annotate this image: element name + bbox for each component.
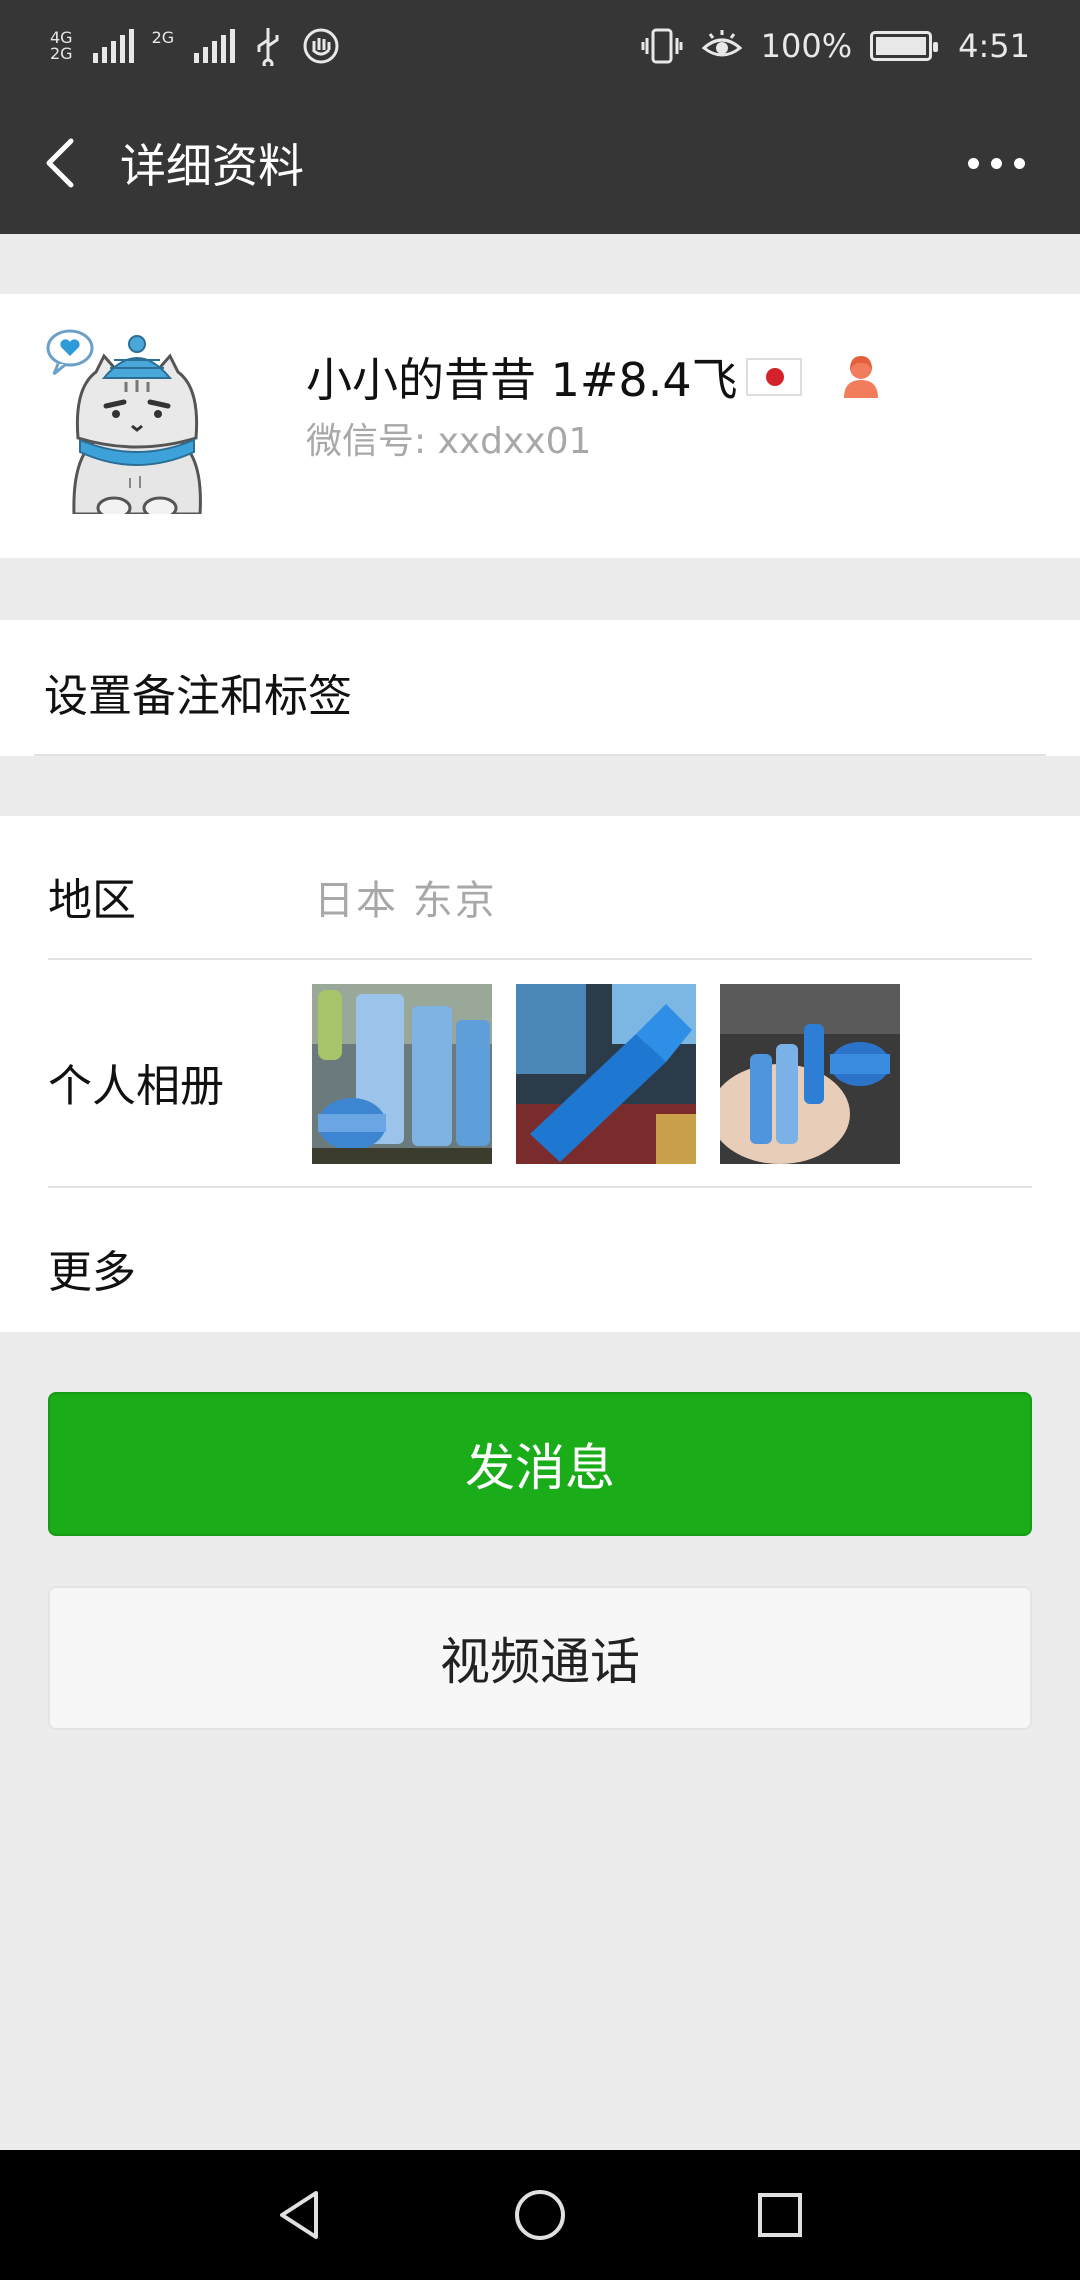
nav-home-icon[interactable] — [512, 2187, 568, 2243]
more-row[interactable]: 更多 — [48, 1188, 1032, 1332]
nickname: 小小的昔昔 1#8.4飞 — [306, 344, 884, 410]
network-type-indicator: 4G 2G — [50, 30, 73, 62]
signal-icon-2 — [194, 29, 236, 63]
divider — [34, 754, 1046, 756]
eye-comfort-icon — [701, 30, 743, 57]
status-right: 100% 4:51 — [641, 26, 1030, 66]
skincare-tube-photo-icon — [516, 984, 696, 1164]
more-dot-icon — [1013, 157, 1025, 169]
system-nav-bar — [0, 2150, 1080, 2280]
album-photo-2 — [516, 984, 696, 1164]
info-card: 地区 日本 东京 个人相册 更多 — [0, 816, 1080, 1332]
nickname-text: 小小的昔昔 1#8.4飞 — [306, 353, 738, 407]
more-dot-icon — [990, 157, 1002, 169]
skincare-set-photo-icon — [720, 984, 900, 1164]
more-options-button[interactable] — [946, 92, 1046, 234]
set-remark-and-tags-row[interactable]: 设置备注和标签 — [0, 620, 1080, 756]
avatar[interactable] — [44, 328, 230, 514]
back-button[interactable] — [0, 92, 120, 234]
battery-icon — [870, 31, 939, 61]
album-photos — [312, 984, 900, 1164]
region-label: 地区 — [48, 875, 136, 926]
cat-avatar-icon — [46, 329, 202, 514]
nav-back-icon[interactable] — [272, 2187, 328, 2243]
album-label: 个人相册 — [48, 1061, 224, 1112]
more-dot-icon — [967, 157, 979, 169]
status-left: 4G 2G 2G — [50, 26, 341, 66]
region-row: 地区 日本 东京 — [48, 816, 1032, 960]
title-bar: 详细资料 — [0, 92, 1080, 234]
video-call-button[interactable]: 视频通话 — [48, 1586, 1032, 1730]
album-photo-3 — [720, 984, 900, 1164]
clock: 4:51 — [958, 27, 1030, 65]
usb-icon — [257, 28, 279, 66]
network-type-2: 2G — [50, 44, 73, 63]
vibrate-icon — [641, 28, 683, 64]
region-value: 日本 东京 — [314, 878, 497, 924]
album-photo-1 — [312, 984, 492, 1164]
nav-recents-icon[interactable] — [752, 2187, 808, 2243]
network-type-indicator-2: 2G — [152, 30, 175, 62]
set-remark-label: 设置备注和标签 — [44, 671, 352, 722]
signal-icon — [92, 29, 134, 63]
page-title: 详细资料 — [120, 139, 304, 193]
more-label: 更多 — [48, 1247, 136, 1298]
skincare-photo-icon — [312, 984, 492, 1164]
female-gender-icon — [843, 356, 878, 398]
status-bar: 4G 2G 2G 100% 4:51 — [0, 0, 1080, 92]
personal-album-row[interactable]: 个人相册 — [48, 960, 1032, 1188]
notification-app-icon — [303, 28, 339, 64]
send-message-button[interactable]: 发消息 — [48, 1392, 1032, 1536]
japan-flag-icon — [745, 358, 802, 396]
back-arrow-icon — [46, 138, 74, 188]
battery-percent: 100% — [760, 27, 853, 65]
wechat-id: 微信号: xxdxx01 — [306, 421, 592, 462]
profile-card: 小小的昔昔 1#8.4飞 微信号: xxdxx01 — [0, 294, 1080, 558]
